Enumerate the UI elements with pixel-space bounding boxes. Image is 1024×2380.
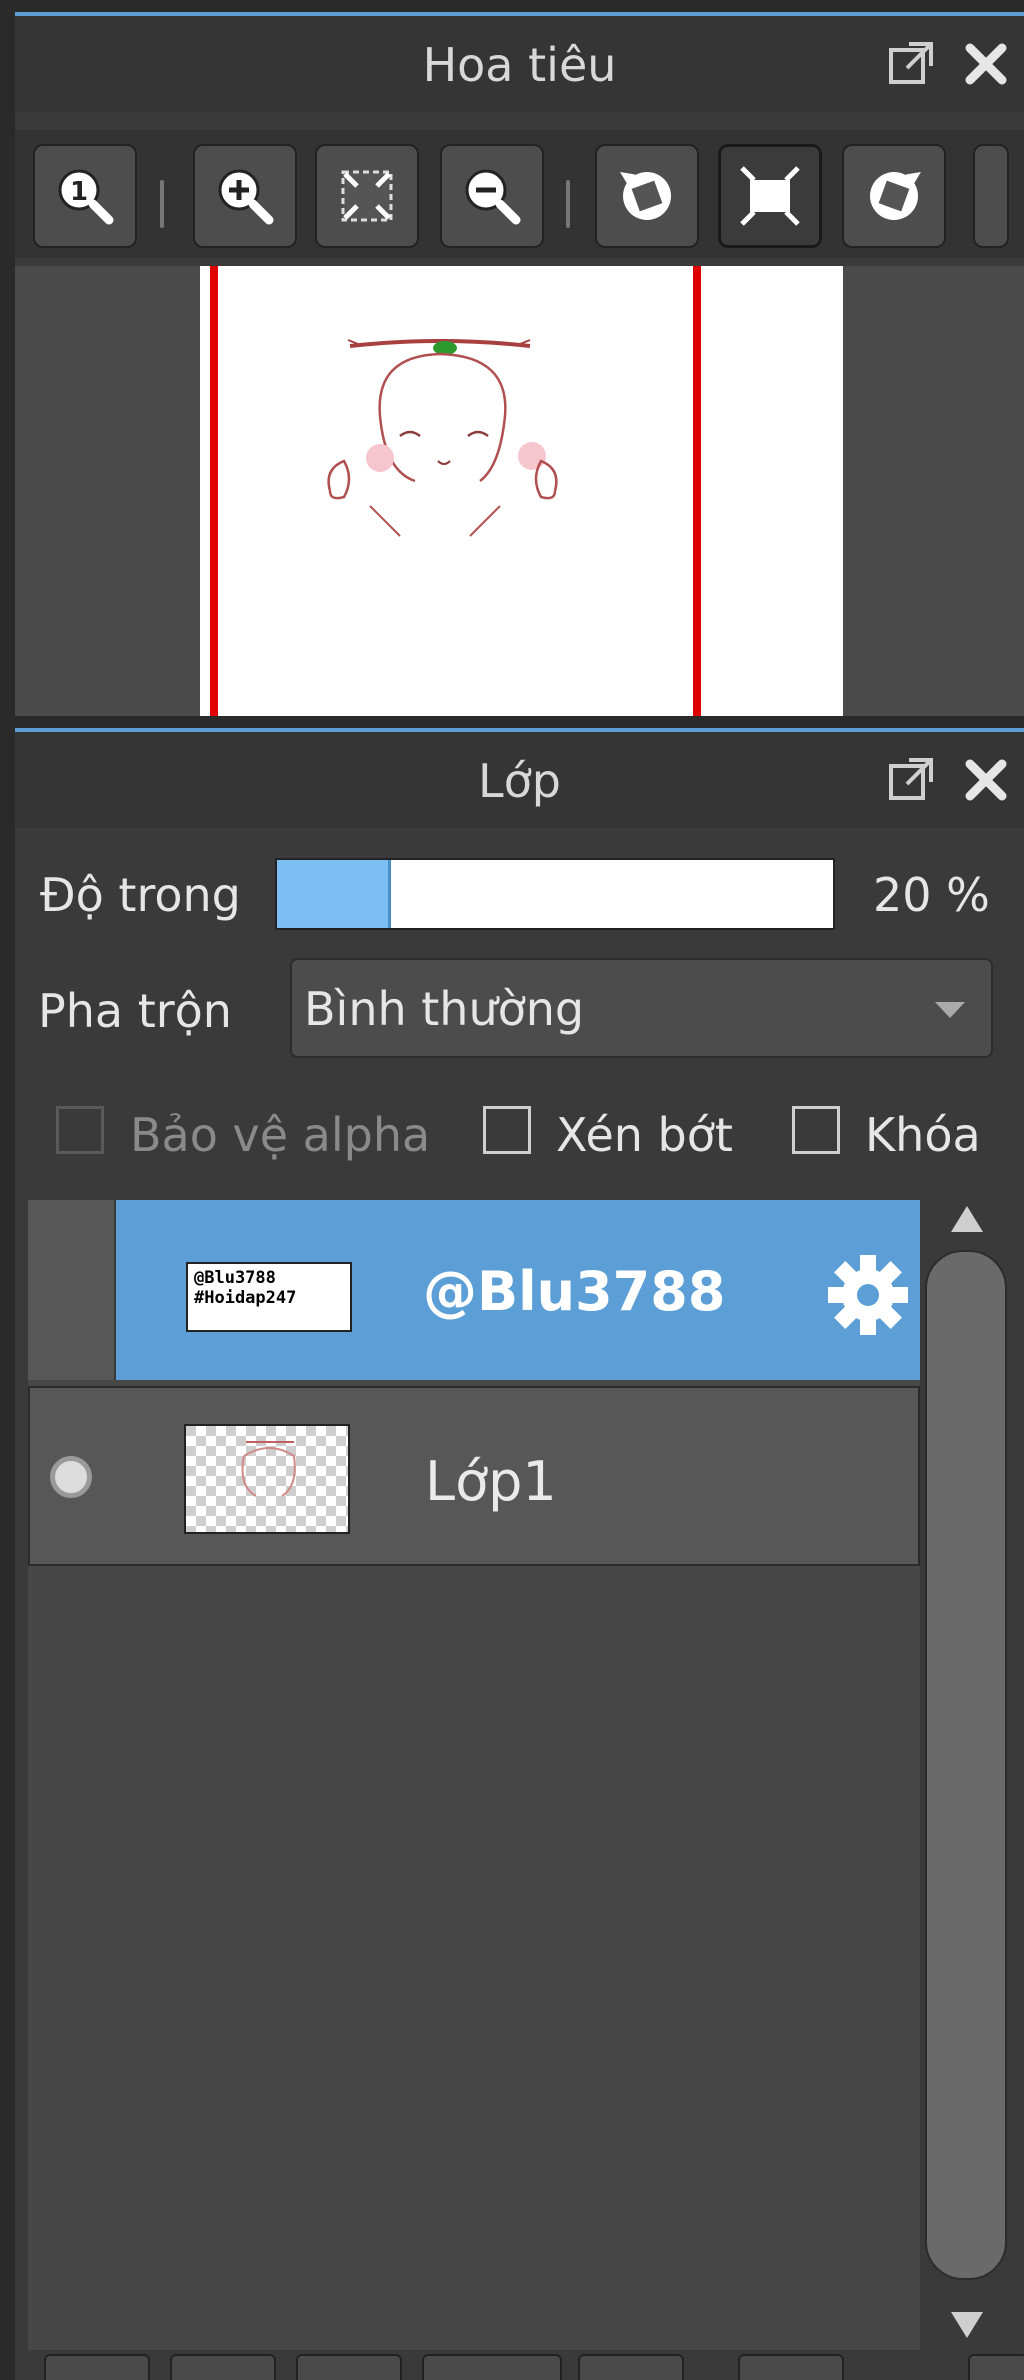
navigator-toolbar: 1 [15,130,1024,258]
scroll-up-icon[interactable] [925,1200,1009,1244]
zoom-out-button[interactable] [440,144,544,248]
layer-panel-title: Lớp [478,754,561,808]
blend-mode-label: Pha trộn [38,984,232,1038]
scroll-down-icon[interactable] [925,2300,1009,2344]
close-icon[interactable] [960,754,1012,806]
zoom-in-icon [218,169,274,225]
rotate-left-button[interactable] [595,144,699,248]
close-icon[interactable] [960,38,1012,90]
fit-canvas-icon [740,166,800,226]
layer-row[interactable]: @Blu3788 #Hoidap247 @Blu3788 [28,1200,920,1380]
layer-titlebar: Lớp [15,728,1024,828]
layer-action-button[interactable] [296,2354,402,2380]
layer-thumbnail [184,1424,350,1534]
fit-canvas-button[interactable] [718,144,822,248]
fit-to-window-button[interactable] [315,144,419,248]
layer-name[interactable]: Lớp1 [425,1450,557,1513]
popout-icon[interactable] [885,38,937,90]
zoom-actual-button[interactable]: 1 [33,144,137,248]
rotate-right-icon [870,171,921,220]
layer-action-button[interactable] [578,2354,684,2380]
zoom-out-icon [465,169,521,225]
navigator-preview[interactable] [15,266,1024,716]
layer-list[interactable]: @Blu3788 #Hoidap247 @Blu3788 Lớp1 [28,1200,920,2350]
chevron-down-icon [935,1002,965,1018]
popout-icon[interactable] [885,754,937,806]
layer-actions-toolbar [28,2354,1024,2380]
layer-action-button[interactable] [44,2354,150,2380]
canvas-preview[interactable] [200,266,843,716]
navigator-panel: Hoa tiêu 1 [15,12,1024,716]
fit-to-window-icon [341,170,393,222]
layer-name[interactable]: @Blu3788 [423,1260,725,1323]
scrollbar-thumb[interactable] [925,1250,1007,2280]
thumbnail-text: #Hoidap247 [194,1288,297,1308]
opacity-slider-fill [277,860,392,928]
lock-checkbox[interactable] [792,1106,840,1154]
toolbar-overflow-handle[interactable] [973,144,1009,248]
thumbnail-text: @Blu3788 [194,1268,276,1288]
lock-label: Khóa [865,1108,981,1162]
rotate-right-button[interactable] [842,144,946,248]
opacity-slider[interactable] [275,858,835,930]
layer-action-button[interactable] [170,2354,276,2380]
layer-thumbnail: @Blu3788 #Hoidap247 [186,1262,352,1332]
blend-mode-value: Bình thường [304,982,585,1036]
clipping-checkbox[interactable] [483,1106,531,1154]
zoom-actual-icon: 1 [58,169,114,225]
layer-action-button[interactable] [738,2354,844,2380]
navigator-title: Hoa tiêu [422,38,617,92]
toolbar-separator [566,180,570,228]
layer-list-scrollbar[interactable] [925,1200,1009,2350]
svg-text:1: 1 [70,177,88,207]
layer-row[interactable]: Lớp1 [28,1386,920,1566]
opacity-label: Độ trong [40,868,241,922]
opacity-value: 20 % [873,868,990,922]
clipping-label: Xén bớt [556,1108,733,1162]
gear-icon[interactable] [823,1250,913,1340]
protect-alpha-label: Bảo vệ alpha [130,1108,431,1162]
blend-mode-select[interactable]: Bình thường [290,958,993,1058]
navigator-titlebar: Hoa tiêu [15,12,1024,112]
visibility-toggle[interactable] [28,1200,116,1380]
canvas-drawing [327,339,558,537]
rotate-left-icon [620,171,671,220]
layer-action-button[interactable] [968,2354,1024,2380]
protect-alpha-checkbox[interactable] [56,1106,104,1154]
visibility-dot-icon[interactable] [50,1456,92,1498]
toolbar-separator [160,180,164,228]
layer-action-button[interactable] [422,2354,562,2380]
zoom-in-button[interactable] [193,144,297,248]
